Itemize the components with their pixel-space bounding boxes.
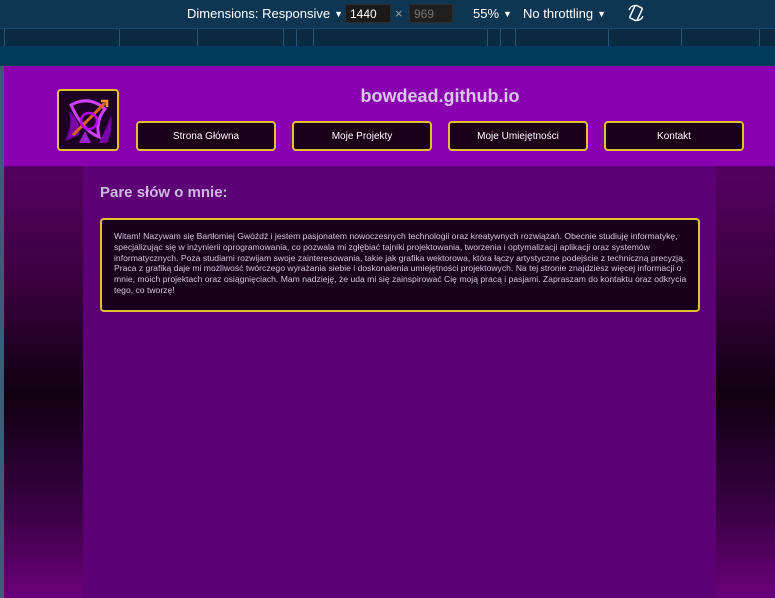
rotate-icon[interactable] [627, 4, 645, 22]
section-title: Pare słów o mnie: [100, 184, 228, 201]
main-content: Pare słów o mnie: Witam! Nazywam się Bar… [83, 166, 716, 598]
page-viewport: bowdead.github.io Strona Główna Moje Pro… [4, 66, 775, 598]
chevron-down-icon: ▼ [597, 8, 607, 19]
nav-skills-button[interactable]: Moje Umiejętności [448, 121, 588, 151]
chevron-down-icon: ▼ [334, 8, 343, 19]
dimensions-label: Dimensions: Responsive [187, 6, 331, 21]
viewport-gap [0, 46, 775, 66]
nav-home-button[interactable]: Strona Główna [136, 121, 276, 151]
device-toolbar: Dimensions: Responsive ▼ × 55% ▼ No thro… [0, 0, 775, 28]
dimensions-dropdown[interactable]: Dimensions: Responsive ▼ [187, 6, 343, 21]
throttling-dropdown[interactable]: No throttling ▼ [523, 6, 606, 21]
logo[interactable] [57, 89, 119, 151]
bow-logo-icon [59, 91, 117, 149]
nav-projects-button[interactable]: Moje Projekty [292, 121, 432, 151]
chevron-down-icon: ▼ [503, 8, 512, 19]
width-input[interactable] [345, 4, 391, 23]
media-query-ruler[interactable] [0, 28, 775, 47]
height-input[interactable] [409, 4, 453, 23]
nav-contact-button[interactable]: Kontakt [604, 121, 744, 151]
about-text-box: Witam! Nazywam się Bartłomiej Gwóźdź i j… [100, 218, 700, 312]
site-header: bowdead.github.io Strona Główna Moje Pro… [4, 66, 775, 166]
throttling-label: No throttling [523, 6, 594, 21]
zoom-label: 55% [473, 6, 500, 21]
times-separator: × [395, 6, 403, 21]
site-title[interactable]: bowdead.github.io [304, 86, 576, 107]
zoom-dropdown[interactable]: 55% ▼ [473, 6, 512, 21]
